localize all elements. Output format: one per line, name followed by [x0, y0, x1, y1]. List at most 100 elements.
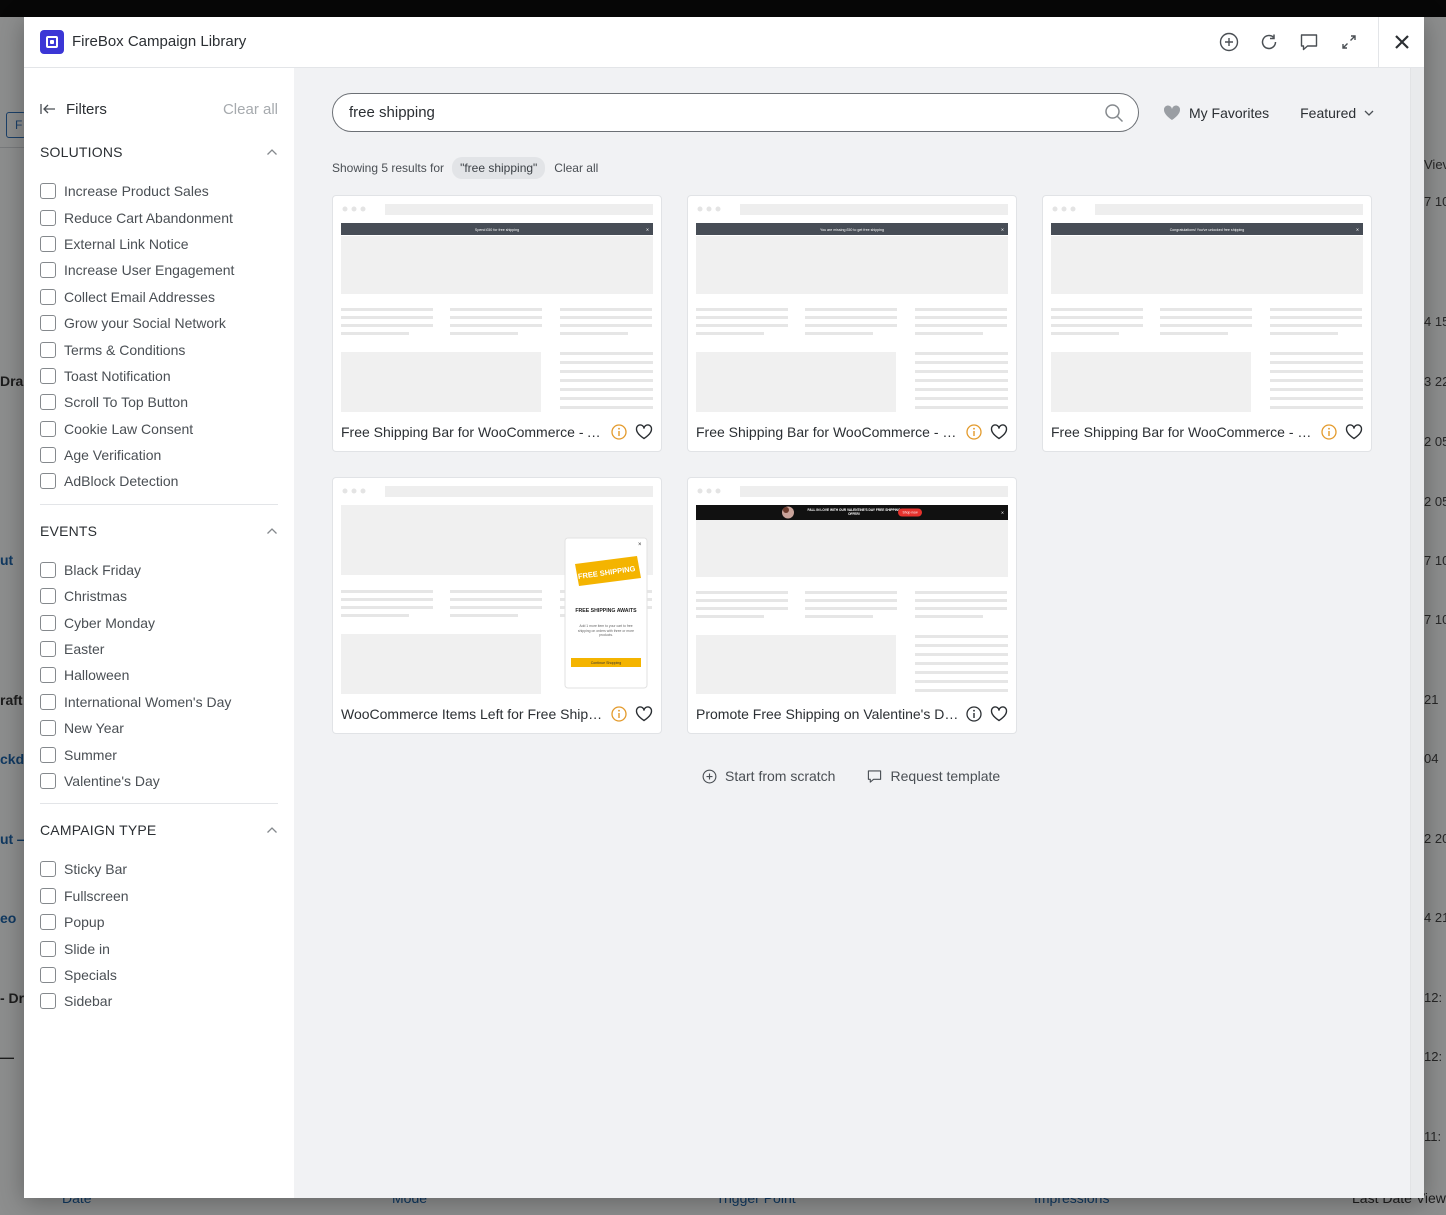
scrollbar[interactable] [1410, 68, 1424, 1198]
checkbox[interactable] [40, 341, 56, 358]
checkbox[interactable] [40, 914, 56, 931]
checkbox[interactable] [40, 993, 56, 1010]
checkbox[interactable] [40, 641, 56, 658]
filter-option[interactable]: Increase Product Sales [40, 178, 278, 204]
expand-icon[interactable] [1338, 31, 1360, 53]
template-card[interactable]: Spend £50 for free shipping × Free Shippi… [332, 195, 662, 452]
section-toggle-campaign-type[interactable]: CAMPAIGN TYPE [40, 822, 278, 838]
arrow-left-bar-icon [40, 104, 55, 114]
filter-option[interactable]: Scroll To Top Button [40, 389, 278, 415]
heart-icon[interactable] [990, 706, 1008, 722]
filter-option[interactable]: Reduce Cart Abandonment [40, 204, 278, 230]
checkbox[interactable] [40, 288, 56, 305]
heart-icon[interactable] [635, 706, 653, 722]
checkbox[interactable] [40, 235, 56, 252]
checkbox[interactable] [40, 420, 56, 437]
info-icon[interactable] [1321, 424, 1337, 440]
checkbox[interactable] [40, 447, 56, 464]
checkbox[interactable] [40, 315, 56, 332]
checkbox[interactable] [40, 667, 56, 684]
template-title: Free Shipping Bar for WooCommerce - Go..… [1051, 424, 1317, 440]
template-preview: Spend £50 for free shipping × [341, 204, 653, 412]
filter-option[interactable]: Popup [40, 909, 278, 935]
sort-dropdown[interactable]: Featured [1300, 105, 1374, 121]
info-icon[interactable] [966, 706, 982, 722]
clear-search-link[interactable]: Clear all [554, 161, 598, 175]
close-icon[interactable] [1378, 17, 1424, 67]
checkbox[interactable] [40, 861, 56, 878]
filter-option[interactable]: Toast Notification [40, 363, 278, 389]
filter-option[interactable]: AdBlock Detection [40, 468, 278, 494]
search-icon[interactable] [1104, 103, 1124, 123]
filter-option[interactable]: Slide in [40, 935, 278, 961]
collapse-filters-button[interactable]: Filters [40, 101, 107, 118]
preview-banner-text: FALL IN LOVE WITH OUR VALENTINE'S DAY FR… [807, 508, 901, 517]
checkbox[interactable] [40, 473, 56, 490]
filter-option[interactable]: Terms & Conditions [40, 336, 278, 362]
svg-text:×: × [638, 542, 642, 548]
info-icon[interactable] [966, 424, 982, 440]
start-from-scratch-button[interactable]: Start from scratch [702, 768, 835, 784]
filter-option[interactable]: International Women's Day [40, 689, 278, 715]
filter-option[interactable]: Summer [40, 741, 278, 767]
filter-option[interactable]: Christmas [40, 583, 278, 609]
clear-filters-link[interactable]: Clear all [223, 101, 278, 118]
template-card[interactable]: You are missing £50 to get free shipping… [687, 195, 1017, 452]
plus-circle-icon[interactable] [1218, 31, 1240, 53]
svg-text:×: × [1001, 228, 1004, 234]
checkbox[interactable] [40, 746, 56, 763]
checkbox[interactable] [40, 940, 56, 957]
template-card[interactable]: FALL IN LOVE WITH OUR VALENTINE'S DAY FR… [687, 477, 1017, 734]
checkbox[interactable] [40, 262, 56, 279]
checkbox[interactable] [40, 394, 56, 411]
filter-option[interactable]: Cyber Monday [40, 609, 278, 635]
my-favorites-button[interactable]: My Favorites [1163, 105, 1269, 121]
checkbox[interactable] [40, 209, 56, 226]
checkbox[interactable] [40, 966, 56, 983]
checkbox[interactable] [40, 887, 56, 904]
filter-option[interactable]: External Link Notice [40, 231, 278, 257]
filter-option[interactable]: Easter [40, 636, 278, 662]
template-card[interactable]: Congratulations! You've unlocked free sh… [1042, 195, 1372, 452]
filter-option[interactable]: Grow your Social Network [40, 310, 278, 336]
template-card[interactable]: × FREE SHIPPING FREE SHIPPING AWAITS Add 1 … [332, 477, 662, 734]
checkbox[interactable] [40, 693, 56, 710]
filter-option[interactable]: Specials [40, 962, 278, 988]
plus-circle-icon [702, 769, 717, 783]
request-template-button[interactable]: Request template [867, 768, 1000, 784]
filter-option[interactable]: Increase User Engagement [40, 257, 278, 283]
checkbox[interactable] [40, 588, 56, 605]
filter-option[interactable]: Collect Email Addresses [40, 284, 278, 310]
checkbox[interactable] [40, 720, 56, 737]
checkbox[interactable] [40, 367, 56, 384]
filter-option[interactable]: Halloween [40, 662, 278, 688]
filter-option[interactable]: Sidebar [40, 988, 278, 1014]
refresh-icon[interactable] [1258, 31, 1280, 53]
info-icon[interactable] [611, 424, 627, 440]
template-title: Free Shipping Bar for WooCommerce - Re..… [696, 424, 962, 440]
filter-option[interactable]: Fullscreen [40, 883, 278, 909]
comment-icon[interactable] [1298, 31, 1320, 53]
filter-option-label: Sidebar [64, 993, 113, 1010]
info-icon[interactable] [611, 706, 627, 722]
checkbox[interactable] [40, 773, 56, 789]
preview-banner-text: Spend £50 for free shipping [475, 228, 519, 232]
checkbox[interactable] [40, 614, 56, 631]
search-input[interactable] [349, 104, 1104, 121]
filter-option[interactable]: Valentine's Day [40, 768, 278, 794]
section-toggle-events[interactable]: EVENTS [40, 523, 278, 539]
checkbox[interactable] [40, 561, 56, 578]
filter-option[interactable]: Black Friday [40, 557, 278, 583]
filter-option[interactable]: Age Verification [40, 442, 278, 468]
filter-option[interactable]: Cookie Law Consent [40, 416, 278, 442]
filter-option[interactable]: New Year [40, 715, 278, 741]
query-chip[interactable]: "free shipping" [452, 157, 546, 179]
filter-option[interactable]: Sticky Bar [40, 856, 278, 882]
filter-option-label: Increase Product Sales [64, 183, 209, 200]
checkbox[interactable] [40, 183, 56, 200]
chevron-down-icon [1364, 110, 1374, 116]
heart-icon[interactable] [635, 424, 653, 440]
heart-icon[interactable] [1345, 424, 1363, 440]
section-toggle-solutions[interactable]: SOLUTIONS [40, 144, 278, 160]
heart-icon[interactable] [990, 424, 1008, 440]
